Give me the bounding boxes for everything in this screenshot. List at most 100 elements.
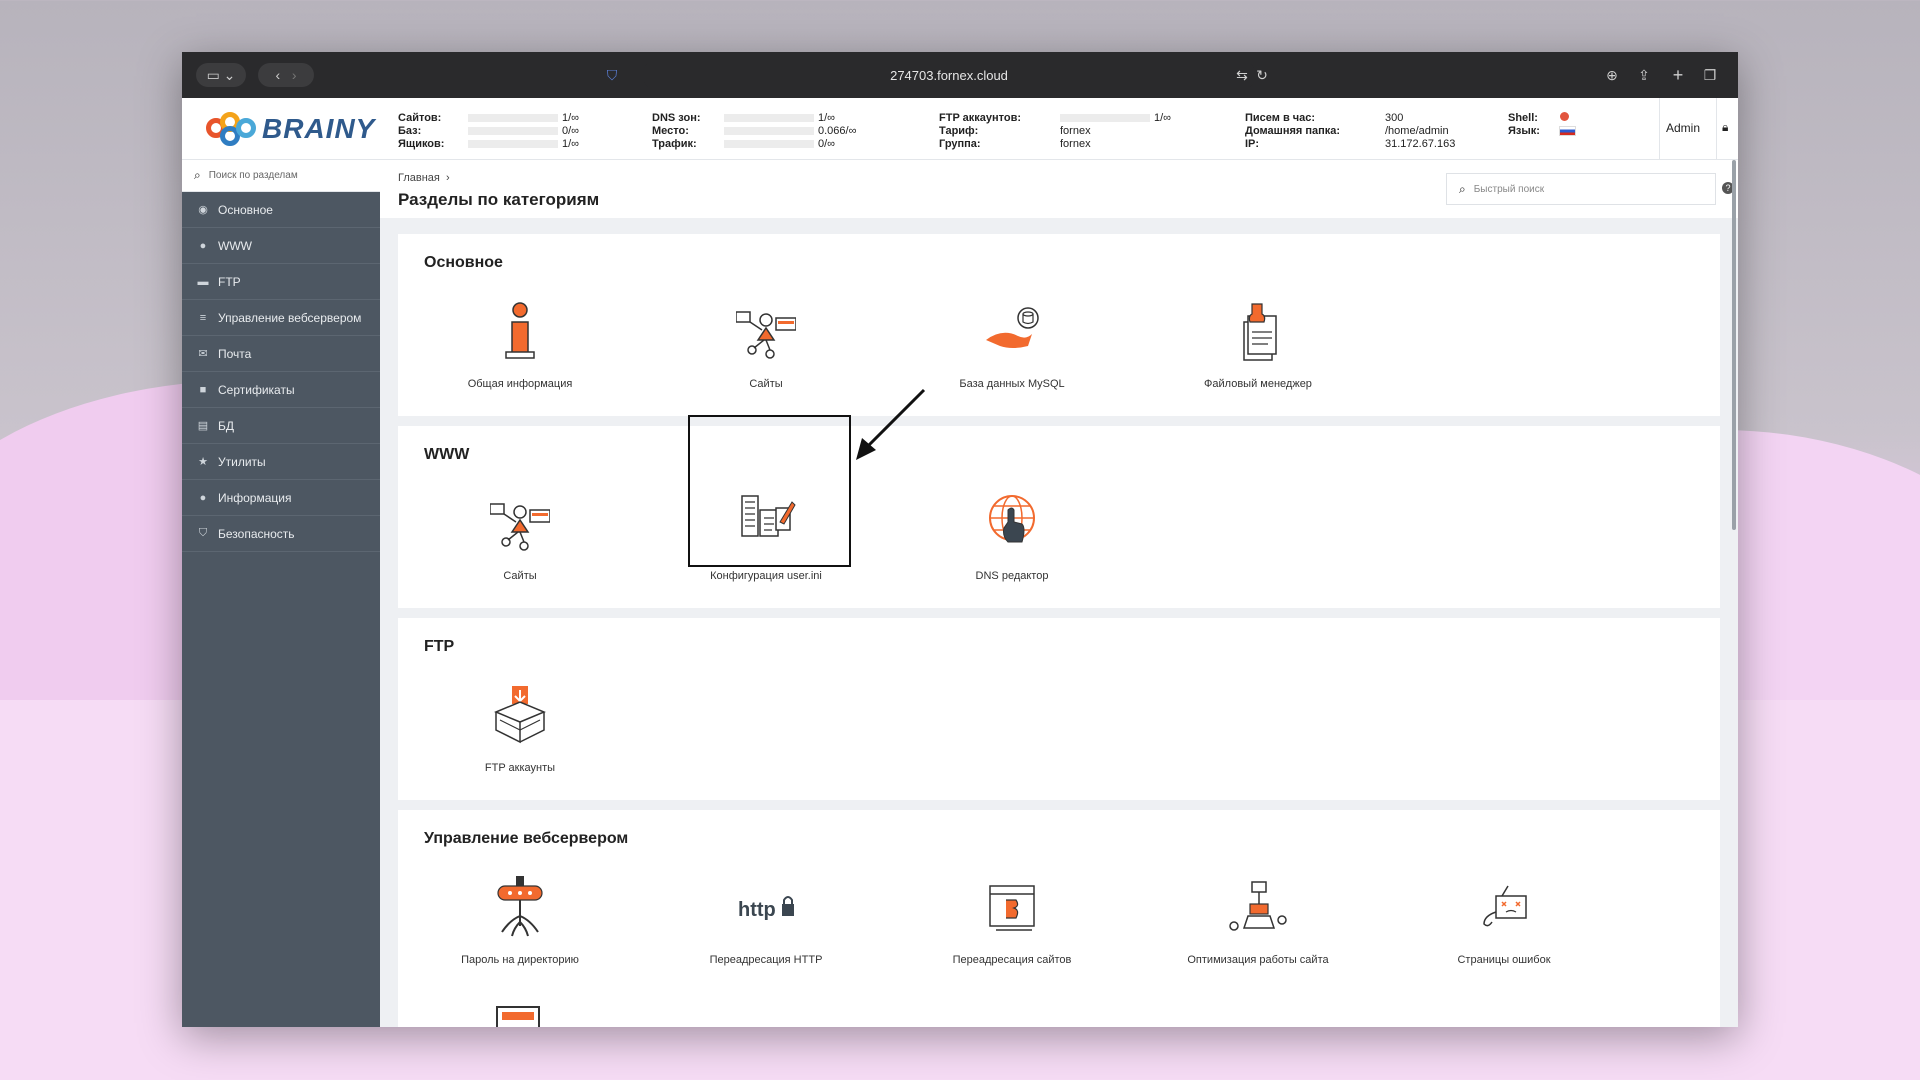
stat-group-value: fornex [1060,138,1091,150]
info-icon: ● [199,491,207,504]
sidebar-item-security[interactable]: ⛉ Безопасность [182,516,380,552]
tabs-overview-icon[interactable]: ❐ [1700,65,1720,85]
error-page-icon [1483,885,1527,927]
ftp-progress [1060,114,1150,122]
annotation-arrow-icon [856,388,926,460]
brainy-logo[interactable]: BRAINY [206,112,375,146]
tile-label: Общая информация [467,378,573,390]
new-tab-icon[interactable]: + [1668,65,1688,85]
highlight-box [688,415,851,567]
stat-dns-value: 1/∞ [818,112,836,124]
sidebar-item-ftp[interactable]: ▬ FTP [182,264,380,300]
stat-sites-value: 1/∞ [562,112,580,124]
sidebar-item-information[interactable]: ● Информация [182,480,380,516]
quick-search-input[interactable]: ⌕ Быстрый поиск [1446,173,1716,205]
folder-icon: ▬ [197,275,209,288]
translate-icon[interactable]: ⇆ [1232,65,1252,85]
sidebar-item-main[interactable]: ◉ Основное [182,192,380,228]
ftp-box-icon [494,686,546,744]
user-menu[interactable]: Admin [1666,122,1700,135]
tile-site-optimization[interactable]: Оптимизация работы сайта [1158,876,1358,986]
sites-network-icon [490,503,550,551]
sidebar: ⌕ Поиск по разделам ◉ Основное ● WWW ▬ FTP … [182,160,380,1027]
tile-sites[interactable]: Сайты [666,300,866,410]
sidebar-item-label: Утилиты [218,454,266,469]
tile-mysql[interactable]: База данных MySQL [912,300,1112,410]
section-main: Основное Общая информация Сайты База дан… [398,234,1720,416]
shell-status-dot[interactable] [1560,112,1569,121]
sidebar-search-input[interactable]: Поиск по разделам [209,170,298,181]
page-title: Разделы по категориям [398,190,600,209]
browser-window: ▭ ⌄ ‹ › ⛉ ☰ 274703.fornex.cloud ⇆ ↻ ⊕ ⇪ … [182,52,1738,1027]
breadcrumb[interactable]: Главная › [398,172,450,184]
forward-icon[interactable]: › [292,67,297,83]
sidebar-item-label: Основное [218,202,273,217]
tile-www-sites[interactable]: Сайты [420,492,620,602]
back-icon[interactable]: ‹ [275,67,280,83]
stat-tariff-value: fornex [1060,125,1091,137]
page-header: Главная › Разделы по категориям ⌕ Быстры… [380,160,1738,218]
url-bar[interactable]: 274703.fornex.cloud [644,62,1254,88]
sidebar-item-certificates[interactable]: ■ Сертификаты [182,372,380,408]
stat-traffic-value: 0/∞ [818,138,836,150]
download-icon[interactable]: ⊕ [1602,65,1622,85]
reload-icon[interactable]: ↻ [1252,65,1272,85]
sidebar-item-www[interactable]: ● WWW [182,228,380,264]
sidebar-toggle-button[interactable]: ▭ ⌄ [196,63,246,87]
stat-ftp-value: 1/∞ [1154,112,1172,124]
directory-password-icon [497,876,543,937]
dashboard-icon: ◉ [198,204,208,216]
sidebar-item-mail[interactable]: ✉ Почта [182,336,380,372]
tile-general-info[interactable]: Общая информация [420,300,620,410]
server-icon: ≡ [199,311,207,324]
tile-dns-editor[interactable]: DNS редактор [912,492,1112,602]
sidebar-item-webserver[interactable]: ≡ Управление вебсервером [182,300,380,336]
site-redirect-icon [989,885,1035,931]
stat-letters-value: 300 [1385,112,1404,124]
sidebar-item-db[interactable]: ▤ БД [182,408,380,444]
sidebar-item-label: FTP [218,274,241,289]
tile-label: Страницы ошибок [1457,954,1551,966]
sidebar-search[interactable]: ⌕ Поиск по разделам [182,160,380,192]
mysql-dolphin-icon [986,307,1039,348]
sidebar-item-utilities[interactable]: ★ Утилиты [182,444,380,480]
section-title: Основное [424,254,503,271]
tile-label: Переадресация сайтов [952,954,1072,966]
share-icon[interactable]: ⇪ [1634,65,1654,85]
tile-ftp-accounts[interactable]: FTP аккаунты [420,684,620,794]
stat-space-value: 0.066/∞ [818,125,857,137]
tile-site-redirect[interactable]: Переадресация сайтов [912,876,1112,986]
tile-label: Сайты [503,570,537,582]
tile-directory-password[interactable]: Пароль на директорию [420,876,620,986]
section-title: FTP [424,638,455,655]
sidebar-item-label: Информация [218,490,292,505]
optimization-robot-icon [1229,881,1287,931]
tile-error-pages[interactable]: Страницы ошибок [1404,876,1604,986]
section-title: WWW [424,446,470,463]
tile-file-manager[interactable]: Файловый менеджер [1158,300,1358,410]
dns-progress [724,114,814,122]
russian-flag-icon[interactable] [1559,126,1576,136]
sites-progress [468,114,558,122]
space-progress [724,127,814,135]
shield-icon: ⛉ [198,527,208,539]
mail-progress [468,140,558,148]
vertical-scrollbar[interactable] [1732,160,1736,530]
stat-home-label: Домашняя папка: [1245,125,1341,137]
section-ftp: FTP FTP аккаунты [398,618,1720,800]
section-www: WWW Сайты Конфигурация user.ini DNS реда… [398,426,1720,608]
stat-shell-label: Shell: [1508,112,1538,124]
breadcrumb-home[interactable]: Главная [398,172,440,184]
lock-logout-icon[interactable]: 🔒︎ [1722,120,1728,135]
svg-text:http: http [738,899,776,921]
privacy-shield-icon[interactable]: ⛉ [602,65,622,85]
search-icon: ⌕ [194,168,201,182]
traffic-progress [724,140,814,148]
nav-buttons[interactable]: ‹ › [258,63,314,87]
lock-icon: ■ [199,383,207,396]
quick-search-placeholder: Быстрый поиск [1473,183,1545,195]
tile-label: База данных MySQL [959,378,1065,390]
tile-http-redirect[interactable]: http Переадресация HTTP [666,876,866,986]
sidebar-toggle-icon: ▭ ⌄ [206,66,236,83]
stat-mail-value: 1/∞ [562,138,580,150]
